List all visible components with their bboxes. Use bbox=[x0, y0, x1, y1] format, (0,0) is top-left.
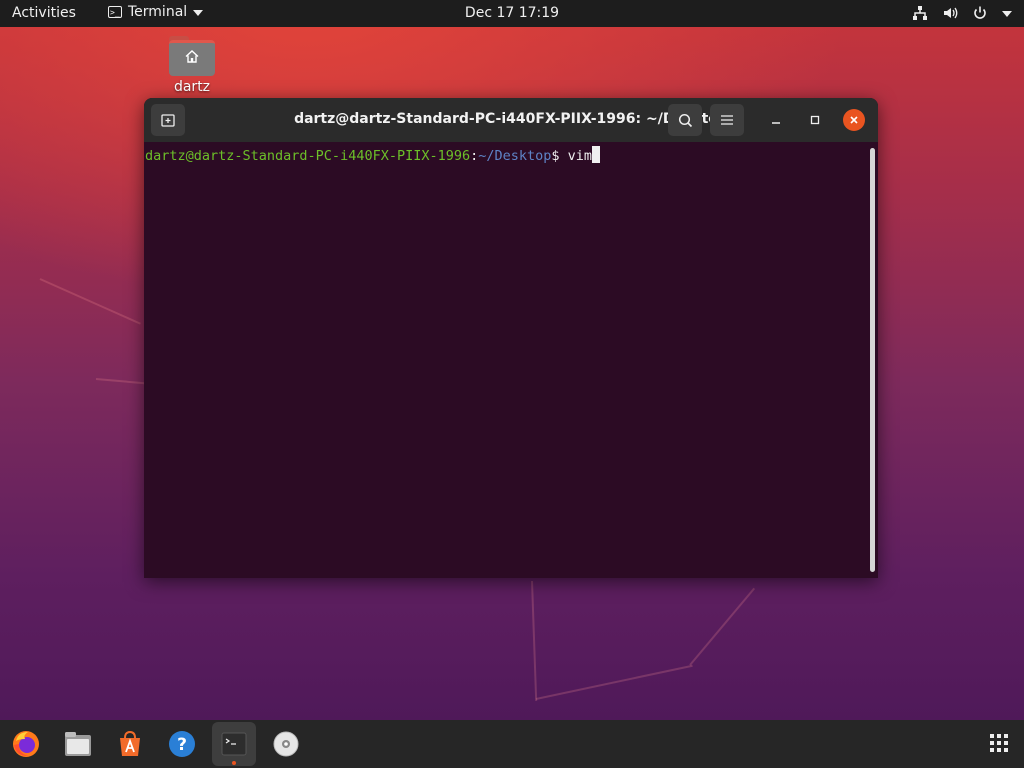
hamburger-menu-button[interactable] bbox=[710, 104, 744, 136]
prompt-path: ~/Desktop bbox=[478, 148, 552, 164]
terminal-window[interactable]: dartz@dartz-Standard-PC-i440FX-PIIX-1996… bbox=[144, 98, 878, 578]
search-button[interactable] bbox=[668, 104, 702, 136]
prompt-line: dartz@dartz-Standard-PC-i440FX-PIIX-1996… bbox=[145, 146, 601, 164]
power-icon[interactable] bbox=[972, 5, 988, 21]
desktop-icon-label: dartz bbox=[173, 79, 211, 95]
dock: ? bbox=[0, 720, 1024, 768]
wallpaper-line bbox=[689, 587, 756, 666]
terminal-output[interactable]: dartz@dartz-Standard-PC-i440FX-PIIX-1996… bbox=[144, 142, 878, 578]
home-folder-icon bbox=[169, 36, 215, 76]
top-bar: Activities >_ Terminal Dec 17 17:19 bbox=[0, 0, 1024, 27]
maximize-icon bbox=[810, 115, 820, 125]
wallpaper-line bbox=[531, 580, 538, 701]
app-menu[interactable]: >_ Terminal bbox=[108, 4, 204, 20]
running-indicator bbox=[232, 761, 236, 765]
firefox-icon bbox=[13, 731, 39, 757]
minimize-button[interactable] bbox=[765, 109, 787, 131]
dock-item-help[interactable]: ? bbox=[160, 722, 204, 766]
help-icon: ? bbox=[169, 731, 195, 757]
hamburger-menu-icon bbox=[721, 115, 733, 125]
terminal-icon: >_ bbox=[108, 6, 122, 18]
search-icon bbox=[678, 113, 692, 127]
desktop-icon-home[interactable]: dartz bbox=[164, 36, 220, 95]
scrollbar[interactable] bbox=[870, 148, 875, 572]
text-cursor bbox=[592, 146, 601, 163]
dock-item-disc[interactable] bbox=[264, 722, 308, 766]
tray-menu-caret-icon[interactable] bbox=[1002, 11, 1012, 17]
close-button[interactable] bbox=[843, 109, 865, 131]
typed-command: vim bbox=[567, 148, 593, 164]
software-center-icon bbox=[120, 730, 140, 756]
dock-item-software[interactable] bbox=[108, 722, 152, 766]
activities-button[interactable]: Activities bbox=[12, 5, 76, 21]
minimize-icon bbox=[772, 122, 780, 124]
app-menu-label: Terminal bbox=[128, 4, 188, 20]
terminal-icon bbox=[221, 732, 247, 756]
prompt-symbol: $ bbox=[551, 148, 568, 164]
window-titlebar[interactable]: dartz@dartz-Standard-PC-i440FX-PIIX-1996… bbox=[144, 98, 878, 142]
clock[interactable]: Dec 17 17:19 bbox=[465, 5, 559, 21]
close-icon bbox=[850, 116, 858, 124]
wallpaper-line bbox=[535, 664, 693, 700]
system-tray[interactable] bbox=[912, 5, 1012, 21]
optical-disc-icon bbox=[273, 731, 299, 757]
files-icon bbox=[65, 732, 91, 756]
wallpaper-line bbox=[95, 378, 146, 385]
dock-item-firefox[interactable] bbox=[4, 722, 48, 766]
show-applications-button[interactable] bbox=[990, 734, 1008, 756]
dock-item-terminal[interactable] bbox=[212, 722, 256, 766]
wallpaper-line bbox=[39, 278, 141, 325]
app-grid-icon bbox=[990, 734, 1008, 752]
chevron-down-icon bbox=[193, 10, 204, 16]
dock-item-files[interactable] bbox=[56, 722, 100, 766]
network-icon[interactable] bbox=[912, 5, 928, 21]
maximize-button[interactable] bbox=[804, 109, 826, 131]
volume-icon[interactable] bbox=[942, 5, 958, 21]
svg-text:?: ? bbox=[177, 735, 187, 755]
prompt-user-host: dartz@dartz-Standard-PC-i440FX-PIIX-1996 bbox=[145, 148, 471, 164]
